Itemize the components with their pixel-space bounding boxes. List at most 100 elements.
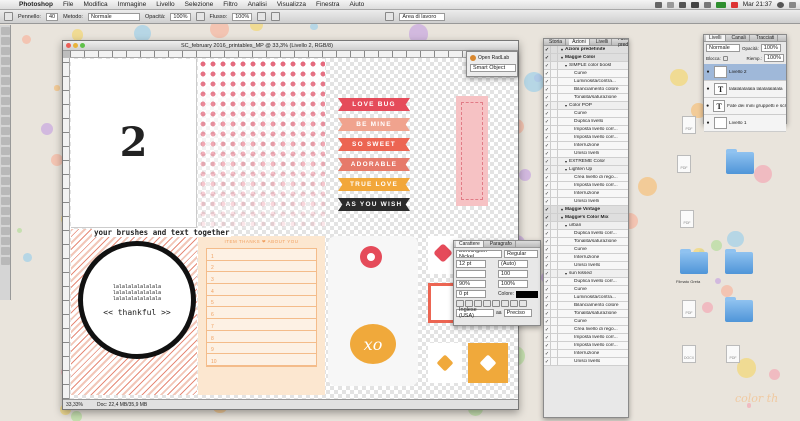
flag-icon[interactable] (730, 1, 738, 8)
horizontal-scale-field[interactable]: 100% (498, 280, 528, 288)
disclosure-triangle-icon[interactable]: ▾ (558, 223, 567, 228)
bluetooth-icon[interactable] (678, 1, 686, 8)
eyedropper-tool-icon[interactable] (1, 77, 10, 85)
action-dialog-toggle[interactable] (551, 214, 558, 221)
type-style-button[interactable] (492, 300, 500, 307)
close-icon[interactable] (66, 43, 71, 48)
action-dialog-toggle[interactable] (551, 206, 558, 213)
tab-azioni[interactable]: Azioni (569, 39, 590, 45)
antialias-select[interactable]: Preciso (503, 309, 532, 317)
action-dialog-toggle[interactable] (551, 294, 558, 301)
tab-canali[interactable]: Canali (729, 35, 750, 41)
menu-finestra[interactable]: Finestra (311, 1, 344, 8)
action-row[interactable]: ✓ Imposta livello corr... (544, 182, 628, 190)
action-dialog-toggle[interactable] (551, 182, 558, 189)
baseline-field[interactable]: 0 pt (456, 290, 486, 298)
action-row[interactable]: ✓ Interruzione (544, 350, 628, 358)
action-row[interactable]: ✓ ▾ Maggie's Color Mix (544, 214, 628, 222)
action-dialog-toggle[interactable] (551, 46, 558, 53)
dodge-tool-icon[interactable] (1, 157, 10, 165)
action-row[interactable]: ✓ Luminosità/contra... (544, 78, 628, 86)
action-row[interactable]: ✓ Imposta livello corr... (544, 342, 628, 350)
leading-field[interactable]: (Auto) (498, 260, 528, 268)
layer-thumbnail[interactable]: T (714, 83, 727, 95)
eye-icon[interactable]: ● (704, 120, 712, 126)
action-check-icon[interactable]: ✓ (544, 174, 551, 181)
background-color-tool-icon[interactable] (1, 237, 10, 245)
pressure-opacity-icon[interactable] (195, 12, 205, 21)
shape-tool-icon[interactable] (1, 197, 10, 205)
action-check-icon[interactable]: ✓ (544, 126, 551, 133)
action-dialog-toggle[interactable] (551, 222, 558, 229)
layer-thumbnail[interactable] (714, 117, 727, 129)
desktop-pdf-file[interactable]: PDF (682, 116, 696, 134)
zoom-icon[interactable] (80, 43, 85, 48)
action-check-icon[interactable]: ✓ (544, 182, 551, 189)
action-row[interactable]: ✓ Curve (544, 70, 628, 78)
brush-tool-icon[interactable] (1, 97, 10, 105)
action-check-icon[interactable]: ✓ (544, 230, 551, 237)
action-dialog-toggle[interactable] (551, 134, 558, 141)
vertical-scale-field[interactable]: 90% (456, 280, 486, 288)
desktop-pdf-file[interactable]: PDF (680, 210, 694, 228)
action-check-icon[interactable]: ✓ (544, 222, 551, 229)
tab-livelli[interactable]: Livelli (593, 39, 613, 45)
lock-icon[interactable] (722, 55, 728, 61)
creative-cloud-icon[interactable] (654, 1, 662, 8)
zoom-tool-icon[interactable] (1, 217, 10, 225)
horizontal-ruler[interactable] (70, 51, 518, 58)
layer-row[interactable]: ●TFate dei mini gruppetti e scrit... (704, 98, 786, 115)
action-check-icon[interactable]: ✓ (544, 118, 551, 125)
action-dialog-toggle[interactable] (551, 102, 558, 109)
action-dialog-toggle[interactable] (551, 318, 558, 325)
battery-icon[interactable] (715, 1, 726, 8)
menu-analisi[interactable]: Analisi (243, 1, 272, 8)
action-check-icon[interactable]: ✓ (544, 142, 551, 149)
menu-immagine[interactable]: Immagine (113, 1, 152, 8)
canvas[interactable]: 2 lalalalalalalala lalalalalalalala lala… (70, 58, 518, 399)
action-dialog-toggle[interactable] (551, 270, 558, 277)
action-dialog-toggle[interactable] (551, 278, 558, 285)
action-dialog-toggle[interactable] (551, 54, 558, 61)
action-row[interactable]: ✓ Crea livello di rego... (544, 326, 628, 334)
layer-row[interactable]: ● Livello 2 (704, 64, 786, 81)
layer-thumbnail[interactable] (714, 66, 727, 78)
action-row[interactable]: ✓ Curve (544, 286, 628, 294)
notification-center-icon[interactable] (789, 1, 796, 8)
disclosure-triangle-icon[interactable]: ▾ (558, 167, 567, 172)
action-check-icon[interactable]: ✓ (544, 278, 551, 285)
action-row[interactable]: ✓ Tonalità/saturazione (544, 94, 628, 102)
action-row[interactable]: ✓ Unisci livello (544, 358, 628, 366)
action-row[interactable]: ✓ Interruzione (544, 142, 628, 150)
action-check-icon[interactable]: ✓ (544, 318, 551, 325)
action-check-icon[interactable]: ✓ (544, 70, 551, 77)
text-color-swatch[interactable] (516, 290, 538, 298)
document-size[interactable]: Doc: 22,4 MB/35,9 MB (97, 402, 147, 408)
opacity-field[interactable]: 100% (170, 12, 191, 21)
action-row[interactable]: ✓ ▾ Azioni predefinite (544, 46, 628, 54)
desktop-docx-file[interactable]: DOCX (682, 345, 696, 363)
action-dialog-toggle[interactable] (551, 94, 558, 101)
healing-tool-icon[interactable] (1, 87, 10, 95)
fill-field[interactable]: 100% (764, 54, 784, 62)
layer-opacity-field[interactable]: 100% (760, 44, 781, 52)
document-title-bar[interactable]: SC_february 2016_printables_MP @ 33,3% (… (63, 41, 518, 51)
type-style-button[interactable] (483, 300, 491, 307)
action-check-icon[interactable]: ✓ (544, 262, 551, 269)
desktop-pdf-file[interactable]: PDF (682, 300, 696, 318)
screen-mode-tool-icon[interactable] (1, 257, 10, 265)
action-row[interactable]: ✓ ▾ Maggie Color (544, 54, 628, 62)
minimize-icon[interactable] (73, 43, 78, 48)
action-dialog-toggle[interactable] (551, 70, 558, 77)
eye-icon[interactable]: ● (704, 86, 712, 92)
action-dialog-toggle[interactable] (551, 342, 558, 349)
action-dialog-toggle[interactable] (551, 326, 558, 333)
tab-character[interactable]: Carattere (456, 241, 484, 247)
action-row[interactable]: ✓ ▾ urban (544, 222, 628, 230)
desktop-pdf-file[interactable]: PDF (677, 155, 691, 173)
quick-mask-tool-icon[interactable] (1, 247, 10, 255)
type-style-button[interactable] (456, 300, 464, 307)
action-check-icon[interactable]: ✓ (544, 206, 551, 213)
action-row[interactable]: ✓ Duplica livello corr... (544, 278, 628, 286)
action-dialog-toggle[interactable] (551, 150, 558, 157)
